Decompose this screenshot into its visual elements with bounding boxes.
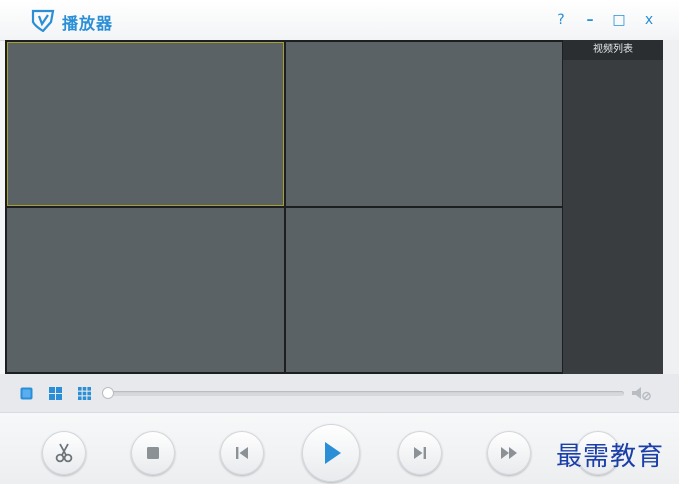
progress-handle[interactable]	[102, 387, 114, 399]
window-edge	[663, 40, 679, 374]
next-button[interactable]	[398, 431, 442, 475]
layout-3x3-icon[interactable]	[78, 387, 91, 400]
previous-button[interactable]	[220, 431, 264, 475]
stop-icon	[147, 447, 159, 459]
fast-forward-icon	[501, 447, 517, 459]
app-logo-icon	[31, 9, 55, 32]
help-button[interactable]: ?	[551, 10, 571, 30]
video-pane-2[interactable]	[286, 42, 562, 206]
stop-button[interactable]	[131, 431, 175, 475]
video-pane-1[interactable]	[7, 42, 284, 206]
next-icon	[414, 447, 426, 459]
video-pane-3[interactable]	[7, 208, 284, 372]
app-title: 播放器	[62, 14, 114, 33]
video-grid	[5, 40, 564, 374]
maximize-button[interactable]: □	[609, 10, 629, 30]
maximize-label: □	[612, 12, 626, 28]
player-window: 播放器 ? – □ x 视频列表 最需教育	[0, 0, 679, 484]
volume-muted-icon[interactable]	[630, 385, 652, 401]
video-list-panel: 视频列表	[563, 40, 663, 374]
close-label: x	[644, 12, 654, 28]
watermark-text: 最需教育	[556, 442, 665, 472]
scissors-icon	[55, 443, 73, 463]
video-pane-4[interactable]	[286, 208, 562, 372]
previous-icon	[236, 447, 248, 459]
minimize-label: –	[586, 12, 594, 28]
close-button[interactable]: x	[639, 10, 659, 30]
clip-button[interactable]	[42, 431, 86, 475]
title-bar[interactable]: 播放器 ? – □ x	[0, 0, 679, 41]
play-icon	[325, 442, 341, 464]
layout-2x2-icon[interactable]	[49, 387, 62, 400]
play-button[interactable]	[302, 424, 360, 482]
help-label: ?	[557, 12, 565, 28]
fast-forward-button[interactable]	[487, 431, 531, 475]
video-list-header: 视频列表	[563, 40, 663, 60]
minimize-button[interactable]: –	[580, 10, 600, 30]
progress-track[interactable]	[106, 391, 624, 396]
layout-1x1-icon[interactable]	[20, 387, 33, 400]
